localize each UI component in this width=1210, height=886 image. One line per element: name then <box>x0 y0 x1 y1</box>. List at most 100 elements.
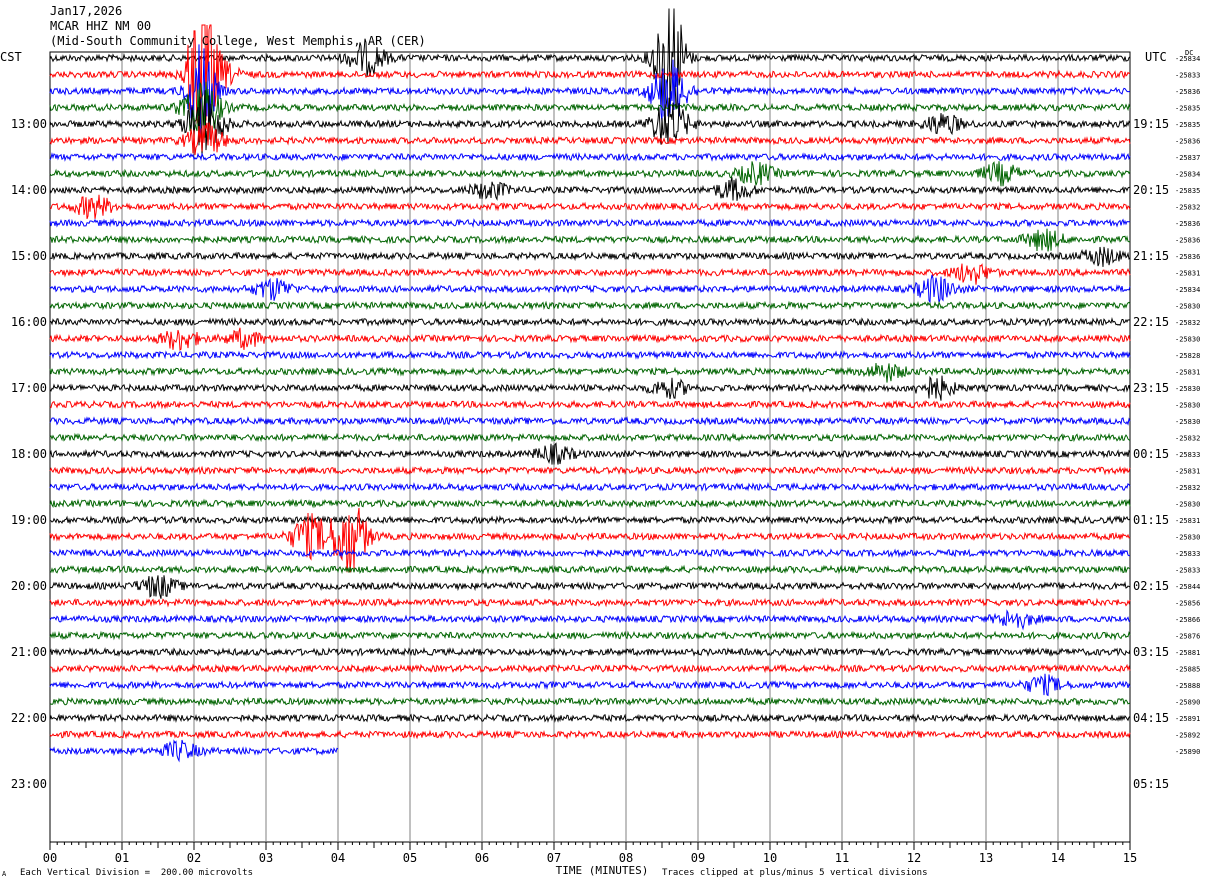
x-tick-label: 12 <box>907 851 921 865</box>
dc-offset-label: -25835 <box>1175 121 1200 129</box>
trace-line <box>49 246 1131 267</box>
dc-offset-label: -25830 <box>1175 501 1200 509</box>
dc-offset-label: -25831 <box>1175 270 1200 278</box>
trace-line <box>49 399 1131 410</box>
dc-offset-label: -25830 <box>1175 402 1200 410</box>
trace-line <box>49 442 1131 465</box>
trace-line <box>49 161 1131 187</box>
right-hour-label: 02:15 <box>1133 579 1169 593</box>
dc-offset-label: -25837 <box>1175 154 1200 162</box>
trace-line <box>49 432 1131 443</box>
right-hour-label: 23:15 <box>1133 381 1169 395</box>
trace-line <box>49 317 1131 328</box>
trace-line <box>49 696 1131 707</box>
dc-offset-label: -25830 <box>1175 303 1200 311</box>
x-tick-label: 04 <box>331 851 345 865</box>
dc-offset-label: -25833 <box>1175 567 1200 575</box>
trace-line <box>49 713 1131 724</box>
trace-line <box>49 729 1131 740</box>
trace-line <box>49 465 1131 476</box>
trace-line <box>49 350 1131 360</box>
x-tick-label: 01 <box>115 851 129 865</box>
x-tick-label: 11 <box>835 851 849 865</box>
x-tick-label: 02 <box>187 851 201 865</box>
seismogram-plot: 00 01 02 03 04 05 06 07 08 09 10 11 12 13 14 15 TIME (MI… <box>11 8 1200 877</box>
left-hour-label: 22:00 <box>11 711 47 725</box>
dc-offset-label: -25835 <box>1175 187 1200 195</box>
trace-line <box>49 228 1131 252</box>
trace-line <box>49 375 1131 401</box>
right-hour-label: 22:15 <box>1133 315 1169 329</box>
dc-offset-label: -25890 <box>1175 699 1200 707</box>
right-hour-label: 20:15 <box>1133 183 1169 197</box>
dc-offset-label: -25888 <box>1175 682 1200 690</box>
dc-offset-label: -25833 <box>1175 72 1200 80</box>
x-tick-label: 05 <box>403 851 417 865</box>
right-hour-label: 21:15 <box>1133 249 1169 263</box>
x-tick-label: 13 <box>979 851 993 865</box>
dc-offset-label: -25831 <box>1175 369 1200 377</box>
dc-label: DC <box>1185 49 1194 57</box>
dc-offset-label: -25833 <box>1175 550 1200 558</box>
right-hour-label: 03:15 <box>1133 645 1169 659</box>
left-hour-label: 21:00 <box>11 645 47 659</box>
trace-line <box>49 122 1131 156</box>
dc-offset-label: -25866 <box>1175 616 1200 624</box>
trace-line <box>49 498 1131 509</box>
scale-note: Each Vertical Division = 200.00 microvol… <box>20 868 253 878</box>
left-hour-label: 17:00 <box>11 381 47 395</box>
dc-offset-label: -25881 <box>1175 649 1200 657</box>
trace-line <box>49 177 1130 201</box>
trace-line <box>49 515 1131 525</box>
dc-offset-label: -25836 <box>1175 253 1200 261</box>
trace-line <box>49 575 1131 599</box>
trace-line <box>49 507 1131 573</box>
dc-offset-label: -25835 <box>1175 105 1200 113</box>
dc-offset-label: -25834 <box>1175 171 1200 179</box>
dc-offset-label: -25834 <box>1175 286 1200 294</box>
left-hour-label: 20:00 <box>11 579 47 593</box>
dc-offset-label: -25885 <box>1175 666 1200 674</box>
left-timezone-label: CST <box>0 50 22 64</box>
right-hour-label: 19:15 <box>1133 117 1169 131</box>
left-hour-label: 18:00 <box>11 447 47 461</box>
trace-line <box>49 362 1131 383</box>
x-axis-title: TIME (MINUTES) <box>556 864 649 877</box>
location-label: (Mid-South Community College, West Memph… <box>50 34 426 48</box>
trace-line <box>49 564 1131 575</box>
corner-mark: A <box>2 870 7 878</box>
dc-offset-label: -25856 <box>1175 600 1200 608</box>
left-hour-label: 23:00 <box>11 777 47 791</box>
trace-line <box>49 482 1131 493</box>
dc-offset-label: -25830 <box>1175 534 1200 542</box>
dc-offset-label: -25830 <box>1175 385 1200 393</box>
trace-line <box>49 327 1131 351</box>
trace-line <box>49 274 1131 304</box>
trace-line <box>49 663 1131 674</box>
trace-line <box>49 218 1131 228</box>
left-hour-label: 14:00 <box>11 183 47 197</box>
right-hour-label: 01:15 <box>1133 513 1169 527</box>
left-hour-label: 16:00 <box>11 315 47 329</box>
right-hour-label: 04:15 <box>1133 711 1169 725</box>
dc-offset-label: -25831 <box>1175 517 1200 525</box>
clip-note: Traces clipped at plus/minus 5 vertical … <box>662 868 928 878</box>
dc-offset-label: -25892 <box>1175 732 1200 740</box>
x-tick-label: 10 <box>763 851 777 865</box>
x-tick-label: 15 <box>1123 851 1137 865</box>
dc-offset-label: -25836 <box>1175 220 1200 228</box>
dc-offset-label: -25832 <box>1175 484 1200 492</box>
dc-offset-label: -25891 <box>1175 715 1200 723</box>
x-tick-label: 14 <box>1051 851 1065 865</box>
dc-offset-label: -25844 <box>1175 583 1200 591</box>
x-tick-label: 03 <box>259 851 273 865</box>
trace-line <box>49 152 1131 163</box>
left-hour-label: 19:00 <box>11 513 47 527</box>
trace-line <box>49 646 1131 658</box>
x-tick-label: 07 <box>547 851 561 865</box>
dc-offset-label: -25836 <box>1175 138 1200 146</box>
trace-line <box>49 300 1131 311</box>
left-hour-label: 15:00 <box>11 249 47 263</box>
right-hour-label: 00:15 <box>1133 447 1169 461</box>
trace-line <box>49 548 1131 559</box>
